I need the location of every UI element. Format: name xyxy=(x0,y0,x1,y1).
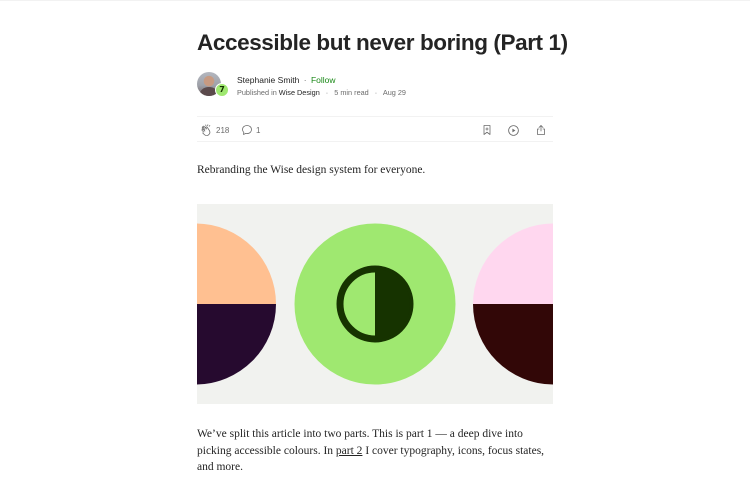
publish-date: Aug 29 xyxy=(382,88,406,97)
hero-image xyxy=(197,204,553,404)
top-divider xyxy=(0,0,750,1)
response-icon xyxy=(242,125,252,135)
responses-button[interactable]: 1 xyxy=(241,123,260,137)
follow-button[interactable]: Follow xyxy=(311,75,336,85)
article-body: We’ve split this article into two parts.… xyxy=(197,426,555,476)
author-name[interactable]: Stephanie Smith xyxy=(237,75,299,85)
left-circle-bottom xyxy=(197,304,276,385)
listen-button[interactable] xyxy=(507,123,520,137)
clap-icon xyxy=(201,123,211,136)
separator-dot: · xyxy=(325,88,329,97)
article-title: Accessible but never boring (Part 1) xyxy=(197,30,568,55)
separator-dot: · xyxy=(303,75,307,85)
left-circle-top xyxy=(197,223,276,304)
right-circle-top xyxy=(473,223,553,304)
meta-line: Published in Wise Design · 5 min read · … xyxy=(237,88,406,97)
share-icon xyxy=(537,125,545,135)
save-button[interactable] xyxy=(481,123,493,137)
publication-badge[interactable]: 7 xyxy=(215,83,229,97)
share-button[interactable] xyxy=(535,123,547,137)
clap-count: 218 xyxy=(216,125,230,135)
response-count: 1 xyxy=(256,125,261,135)
article-subtitle: Rebranding the Wise design system for ev… xyxy=(197,164,426,176)
play-icon xyxy=(508,124,519,136)
byline: 7 Stephanie Smith · Follow Published in … xyxy=(197,72,553,98)
published-in-label: Published in xyxy=(237,88,277,97)
read-time: 5 min read xyxy=(334,88,369,97)
separator-dot: · xyxy=(374,88,378,97)
action-bar: 218 1 xyxy=(197,116,553,142)
clap-button[interactable]: 218 xyxy=(200,123,229,137)
bookmark-icon xyxy=(483,125,491,135)
publication-link[interactable]: Wise Design xyxy=(279,88,320,97)
hero-illustration xyxy=(197,223,553,385)
right-circle-bottom xyxy=(473,304,553,385)
author-line: Stephanie Smith · Follow xyxy=(237,75,336,85)
part-2-link[interactable]: part 2 xyxy=(336,445,363,457)
